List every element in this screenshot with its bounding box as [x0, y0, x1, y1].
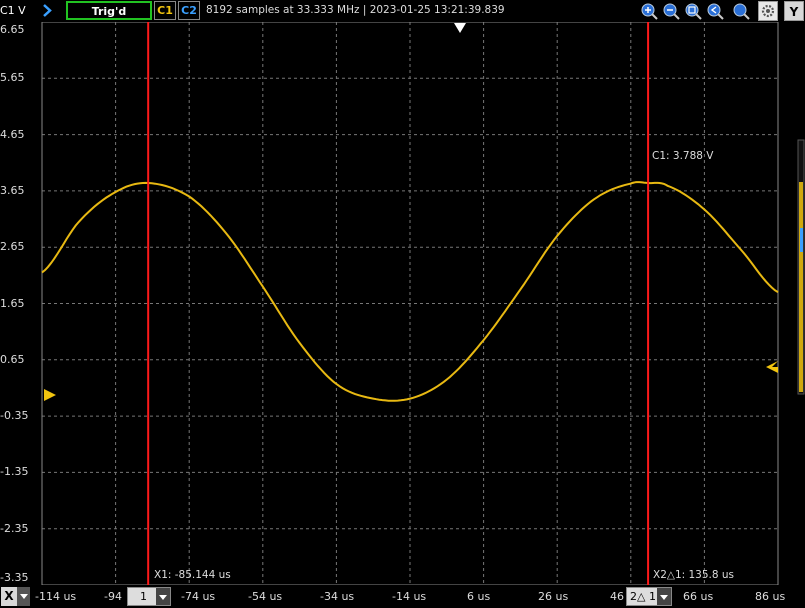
- top-toolbar: C1 V Trig'd C1 C2 8192 samples at 33.333…: [0, 0, 805, 22]
- y-tick-label: 3.65: [0, 183, 25, 197]
- channel-unit-label: C1 V: [0, 4, 26, 17]
- channel2-button[interactable]: C2: [178, 1, 200, 20]
- x-tick-label: 66 us: [683, 590, 714, 603]
- x-tick-label: 86 us: [755, 590, 786, 603]
- x-tick-label: -14 us: [392, 590, 427, 603]
- y-tick-label: 4.65: [0, 127, 25, 141]
- x-tick-label: -54 us: [248, 590, 283, 603]
- run-chevron-button[interactable]: [32, 0, 62, 21]
- y-tick-label: -2.35: [0, 521, 29, 535]
- channel1-button[interactable]: C1: [154, 1, 176, 20]
- bottom-toolbar: X -114 us -94 -74 us -54 us -34 us -14 us 6 us…: [0, 585, 805, 608]
- magnifier-icon: [733, 3, 750, 20]
- y-tick-label: -3.35: [0, 571, 29, 584]
- x-tick-label: 6 us: [467, 590, 491, 603]
- trigger-status-button[interactable]: Trig'd: [66, 1, 152, 20]
- gear-icon: [761, 4, 775, 18]
- c1-value-readout: C1: 3.788 V: [652, 150, 714, 162]
- grid: [42, 22, 778, 585]
- c2-level-strip: [800, 228, 803, 252]
- zoom-previous-button[interactable]: [706, 2, 724, 20]
- chevron-down-icon: [660, 595, 668, 600]
- zoom-previous-icon: [707, 3, 724, 20]
- y-tick-label: 6.65: [0, 23, 25, 36]
- x-tick-label: -114 us: [35, 590, 77, 603]
- vertical-scroll-thumb[interactable]: [799, 182, 803, 392]
- plot-area[interactable]: [0, 0, 805, 608]
- cursor1-selector[interactable]: 1: [127, 587, 171, 606]
- zoom-in-icon: [641, 3, 658, 20]
- x-tick-label: 46: [610, 590, 624, 603]
- acquisition-info: 8192 samples at 33.333 MHz | 2023-01-25 …: [206, 4, 505, 16]
- cursor2-selector-value: 2△ 1: [630, 590, 656, 603]
- channel1-offset-marker[interactable]: [44, 389, 56, 401]
- x2-delta-readout: X2△1: 135.8 us: [653, 569, 735, 581]
- settings-button[interactable]: [758, 1, 778, 21]
- x1-readout: X1: -85.144 us: [154, 569, 231, 581]
- zoom-fit-icon: [685, 3, 702, 20]
- y-tick-label: 0.65: [0, 352, 25, 366]
- x-tick-label: 26 us: [538, 590, 569, 603]
- x-tick-label: -74 us: [181, 590, 216, 603]
- y-tick-label: -0.35: [0, 409, 29, 423]
- y-tick-label: 5.65: [0, 71, 25, 85]
- x-axis-dropdown[interactable]: [17, 587, 30, 606]
- trigger-level-marker[interactable]: [766, 361, 778, 373]
- chevron-down-icon: [20, 594, 28, 599]
- x-tick-label: -94: [104, 590, 122, 603]
- zoom-fit-button[interactable]: [684, 2, 702, 20]
- x-axis-button[interactable]: X: [1, 587, 17, 606]
- trigger-position-marker[interactable]: [454, 23, 466, 33]
- y-tick-label: 1.65: [0, 296, 25, 310]
- cursor1-selector-value: 1: [140, 590, 147, 603]
- x-tick-label: -34 us: [320, 590, 355, 603]
- chevron-right-icon: [43, 4, 52, 17]
- zoom-in-button[interactable]: [640, 2, 658, 20]
- chevron-down-icon: [159, 595, 167, 600]
- y-tick-label: -1.35: [0, 465, 29, 479]
- zoom-out-button[interactable]: [662, 2, 680, 20]
- y-axis-button[interactable]: Y: [784, 1, 804, 21]
- zoom-tool-button[interactable]: [732, 2, 750, 20]
- cursor2-selector[interactable]: 2△ 1: [626, 587, 672, 606]
- y-tick-label: 2.65: [0, 240, 25, 254]
- zoom-out-icon: [663, 3, 680, 20]
